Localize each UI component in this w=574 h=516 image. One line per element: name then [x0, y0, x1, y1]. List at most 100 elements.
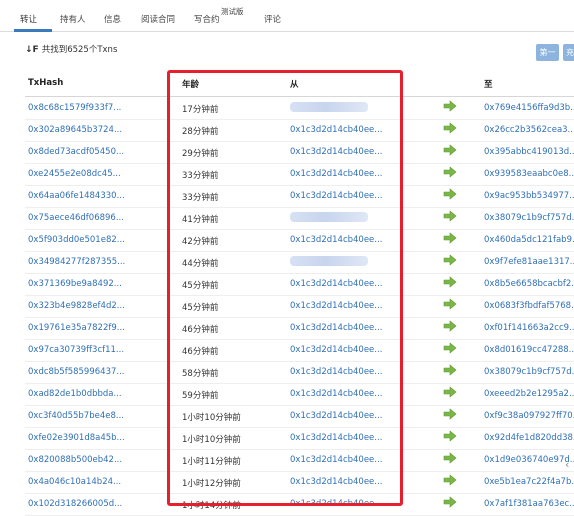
to-address-link[interactable]: 0x1d9e036740e97d... [484, 455, 574, 465]
age-cell: 1小时10分钟前 [182, 413, 241, 423]
from-address-link[interactable]: 0x1c3d2d14cb40ee... [290, 191, 382, 201]
from-address-link[interactable]: 0x1c3d2d14cb40ee... [290, 301, 382, 311]
from-address-link[interactable]: 0x1c3d2d14cb40ee... [290, 125, 382, 135]
txhash-link[interactable]: 0x97ca30739ff3cf11... [28, 345, 124, 355]
from-address-link[interactable]: 0x1c3d2d14cb40ee... [290, 499, 382, 509]
tab-read-contract[interactable]: 阅读合同 [141, 13, 175, 25]
txhash-link[interactable]: 0x19761e35a7822f9... [28, 323, 125, 333]
tab-info[interactable]: 信息 [104, 13, 121, 25]
age-cell: 1小时14分钟前 [182, 501, 241, 511]
col-header-txhash: TxHash [28, 78, 64, 88]
txhash-link[interactable]: 0x302a89645b3724... [28, 125, 122, 135]
table-row: 0x102d318266005d... 1小时14分钟前 0x1c3d2d14cb4… [25, 493, 574, 516]
from-address-link[interactable]: 0x1c3d2d14cb40ee... [290, 411, 382, 421]
from-address-link[interactable]: 0x1c3d2d14cb40ee... [290, 477, 382, 487]
transfer-arrow-icon [443, 232, 457, 244]
tab-transfers[interactable]: 转让 [20, 13, 37, 25]
redacted-address [290, 102, 368, 112]
txhash-link[interactable]: 0xdc8b5f585996437... [28, 367, 125, 377]
from-address-link[interactable]: 0x1c3d2d14cb40ee... [290, 455, 382, 465]
to-address-link[interactable]: 0x0683f3fbdfaf5768... [484, 301, 574, 311]
transfer-arrow-icon [443, 122, 457, 134]
txhash-link[interactable]: 0x371369be9a8492... [28, 279, 122, 289]
transfer-arrow-icon [443, 452, 457, 464]
tab-holders[interactable]: 持有人 [60, 13, 86, 25]
transfer-arrow-icon [443, 188, 457, 200]
age-cell: 46分钟前 [182, 347, 219, 357]
txhash-link[interactable]: 0x4a046c10a14b24... [28, 477, 121, 487]
age-cell: 33分钟前 [182, 171, 219, 181]
to-address-link[interactable]: 0x38079c1b9cf757d... [484, 213, 574, 223]
txhash-link[interactable]: 0x102d318266005d... [28, 499, 122, 509]
transfer-arrow-icon [443, 496, 457, 508]
from-address-link[interactable]: 0x1c3d2d14cb40ee... [290, 433, 382, 443]
tab-write-contract[interactable]: 写合约 [194, 13, 220, 25]
txhash-link[interactable]: 0xad82de1b0dbbda... [28, 389, 122, 399]
from-address-link[interactable]: 0x1c3d2d14cb40ee... [290, 169, 382, 179]
first-page-button[interactable]: 第一 [536, 44, 559, 61]
transfer-arrow-icon [443, 364, 457, 376]
to-address-link[interactable]: 0x395abbc419013d... [484, 147, 574, 157]
scroll-indicator-icon[interactable]: ‹ [565, 458, 569, 471]
from-address-link[interactable]: 0x1c3d2d14cb40ee... [290, 235, 382, 245]
txhash-link[interactable]: 0x5f903dd0e501e82... [28, 235, 125, 245]
transfer-arrow-icon [443, 298, 457, 310]
age-cell: 1小时11分钟前 [182, 457, 241, 467]
age-cell: 33分钟前 [182, 193, 219, 203]
from-address-link[interactable]: 0x1c3d2d14cb40ee... [290, 367, 382, 377]
to-address-link[interactable]: 0xf01f141663a2cc9... [484, 323, 574, 333]
to-address-link[interactable]: 0xf9c38a097927ff70... [484, 411, 574, 421]
txhash-link[interactable]: 0xe2455e2e08dc45... [28, 169, 121, 179]
table-header: TxHash 年龄 从 至 [25, 70, 574, 97]
table-row: 0xc3f40d55b7be4e8... 1小时10分钟前 0x1c3d2d14cb… [25, 405, 574, 428]
age-cell: 46分钟前 [182, 325, 219, 335]
txhash-link[interactable]: 0x64aa06fe1484330... [28, 191, 125, 201]
transfer-arrow-icon [443, 144, 457, 156]
age-cell: 28分钟前 [182, 127, 219, 137]
to-address-link[interactable]: 0x92d4fe1d820dd38... [484, 433, 574, 443]
prev-page-button[interactable]: 充 [563, 44, 574, 61]
txhash-link[interactable]: 0xfe02e3901d8a45b... [28, 433, 125, 443]
txhash-link[interactable]: 0x8ded73acdf05450... [28, 147, 124, 157]
to-address-link[interactable]: 0x769e4156ffa9d3b... [484, 103, 574, 113]
txhash-link[interactable]: 0xc3f40d55b7be4e8... [28, 411, 124, 421]
age-cell: 59分钟前 [182, 391, 219, 401]
from-address-link[interactable]: 0x1c3d2d14cb40ee... [290, 147, 382, 157]
from-address-link[interactable]: 0x1c3d2d14cb40ee... [290, 279, 382, 289]
transfer-arrow-icon [443, 254, 457, 266]
table-row: 0x4a046c10a14b24... 1小时12分钟前 0x1c3d2d14cb4… [25, 471, 574, 494]
to-address-link[interactable]: 0xeeed2b2e1295a2... [484, 389, 574, 399]
tab-bar: 转让 持有人 信息 阅读合同 写合约 测试版 评论 [0, 0, 574, 32]
sort-icon[interactable]: ↓F [25, 45, 39, 55]
to-address-link[interactable]: 0x9ac953bb534977... [484, 191, 574, 201]
to-address-link[interactable]: 0xe5b1ea7c22f4a7b... [484, 477, 574, 487]
to-address-link[interactable]: 0x9f7efe81aae1317... [484, 257, 574, 267]
table-row: 0x64aa06fe1484330... 33分钟前 0x1c3d2d14cb40e… [25, 185, 574, 208]
txhash-link[interactable]: 0x34984277f287355... [28, 257, 125, 267]
txhash-link[interactable]: 0x323b4e9828ef4d2... [28, 301, 125, 311]
table-row: 0x34984277f287355... 44分钟前 0x9f7efe81aae13… [25, 251, 574, 274]
txn-count-text: 共找到6525个Txns [41, 45, 118, 55]
from-address-link[interactable]: 0x1c3d2d14cb40ee... [290, 345, 382, 355]
to-address-link[interactable]: 0x26cc2b3562cea3... [484, 125, 574, 135]
from-address-link[interactable]: 0x1c3d2d14cb40ee... [290, 323, 382, 333]
table-row: 0x820088b500eb42... 1小时11分钟前 0x1c3d2d14cb4… [25, 449, 574, 472]
txn-count-summary: ↓F 共找到6525个Txns [25, 43, 117, 55]
txhash-link[interactable]: 0x8c68c1579f933f7... [28, 103, 121, 113]
to-address-link[interactable]: 0x7af1f381aa763ec... [484, 499, 574, 509]
from-address-link[interactable]: 0x1c3d2d14cb40ee... [290, 389, 382, 399]
txhash-link[interactable]: 0x820088b500eb42... [28, 455, 122, 465]
txhash-link[interactable]: 0x75aece46df06896... [28, 213, 124, 223]
tab-comments[interactable]: 评论 [264, 13, 281, 25]
to-address-link[interactable]: 0x939583eaabc0e8... [484, 169, 574, 179]
redacted-address [290, 212, 368, 222]
to-address-link[interactable]: 0x38079c1b9cf757d... [484, 367, 574, 377]
table-row: 0x323b4e9828ef4d2... 45分钟前 0x1c3d2d14cb40e… [25, 295, 574, 318]
age-cell: 58分钟前 [182, 369, 219, 379]
transfer-arrow-icon [443, 276, 457, 288]
table-row: 0x75aece46df06896... 41分钟前 0x38079c1b9cf75… [25, 207, 574, 230]
to-address-link[interactable]: 0x8b5e6658bcacbf2... [484, 279, 574, 289]
to-address-link[interactable]: 0x460da5dc121fab9... [484, 235, 574, 245]
to-address-link[interactable]: 0x8d01619cc47288... [484, 345, 574, 355]
table-row: 0xdc8b5f585996437... 58分钟前 0x1c3d2d14cb40e… [25, 361, 574, 384]
